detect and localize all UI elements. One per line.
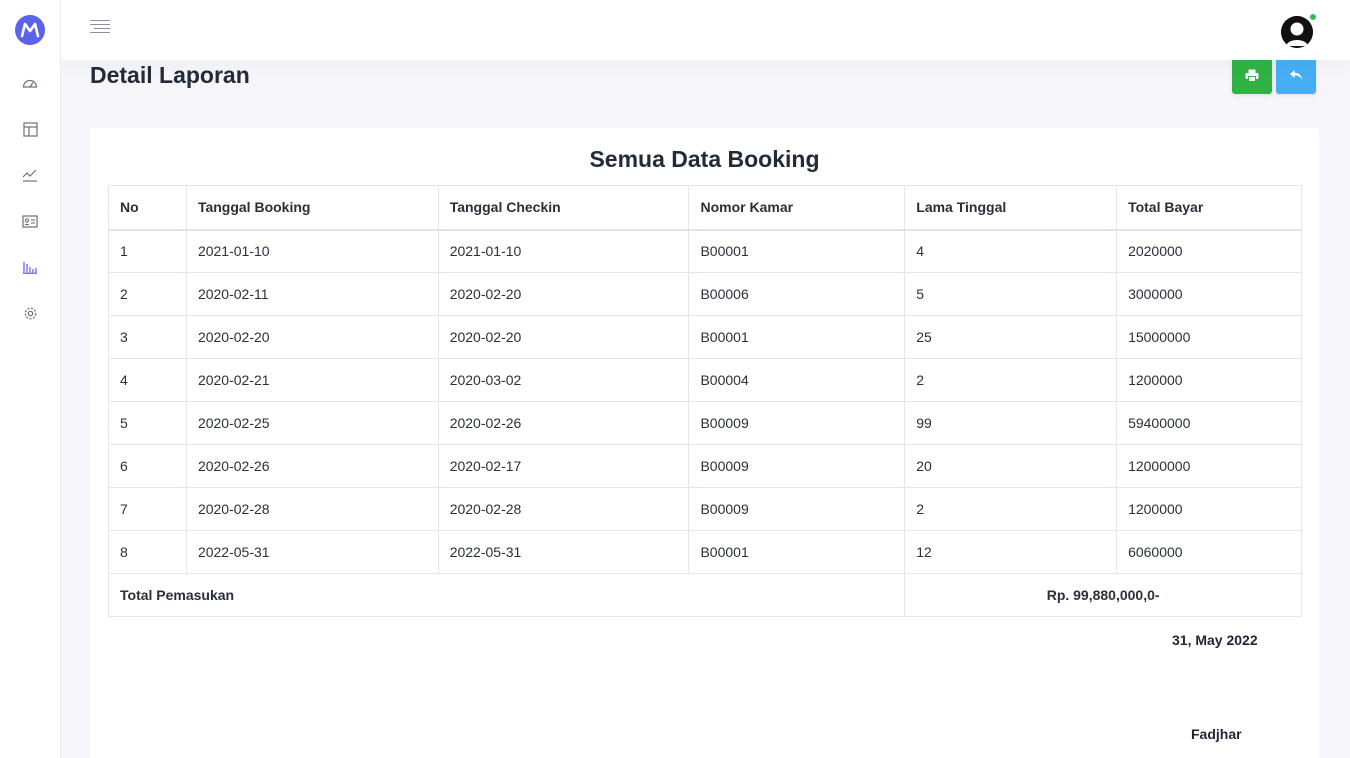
print-button[interactable] [1232,56,1272,94]
cell-tanggal-checkin: 2020-02-28 [437,487,690,531]
cell-nomor-kamar: B00009 [688,401,906,445]
online-status-indicator [1309,13,1317,21]
cell-nomor-kamar: B00006 [688,272,906,316]
user-silhouette-icon [1281,16,1313,48]
column-header-total-bayar: Total Bayar [1116,185,1302,231]
column-header-nomor-kamar: Nomor Kamar [688,185,906,231]
table-row: 2 2020-02-11 2020-02-20 B00006 5 3000000 [108,272,1302,316]
total-row: Total Pemasukan Rp. 99,880,000,0- [107,573,1302,617]
cell-no: 6 [108,444,187,488]
cell-tanggal-checkin: 2020-02-17 [437,444,690,488]
column-header-tanggal-checkin: Tanggal Checkin [437,185,690,231]
cell-tanggal-checkin: 2020-02-20 [437,272,690,316]
table-row: 5 2020-02-25 2020-02-26 B00009 99 594000… [108,401,1302,445]
cell-no: 5 [108,401,187,445]
cell-lama-tinggal: 4 [904,229,1118,273]
cell-tanggal-checkin: 2020-03-02 [437,358,690,402]
cell-tanggal-checkin: 2021-01-10 [437,229,690,273]
signer-name: Fadjhar [1191,726,1242,742]
cell-total-bayar: 3000000 [1116,272,1302,316]
table-row: 3 2020-02-20 2020-02-20 B00001 25 150000… [108,315,1302,359]
report-card: Semua Data Booking No Tanggal Booking Ta… [90,128,1319,758]
menu-toggle-icon[interactable] [90,20,110,38]
table-row: 1 2021-01-10 2021-01-10 B00001 4 2020000 [108,229,1302,273]
cell-total-bayar: 59400000 [1116,401,1302,445]
trend-chart-icon[interactable] [21,166,39,184]
cell-nomor-kamar: B00001 [688,229,906,273]
logo-icon [20,22,40,38]
cell-tanggal-booking: 2020-02-25 [185,401,439,445]
cell-lama-tinggal: 5 [904,272,1118,316]
reply-arrow-icon [1290,70,1302,80]
cell-no: 3 [108,315,187,359]
sidebar [0,0,61,758]
cell-no: 4 [108,358,187,402]
cell-total-bayar: 6060000 [1116,530,1302,574]
id-card-icon[interactable] [21,212,39,230]
cell-tanggal-booking: 2020-02-28 [185,487,439,531]
cell-total-bayar: 1200000 [1116,358,1302,402]
cell-lama-tinggal: 99 [904,401,1118,445]
cell-no: 7 [108,487,187,531]
total-income-value: Rp. 99,880,000,0- [904,573,1302,617]
cell-nomor-kamar: B00004 [688,358,906,402]
dashboard-icon[interactable] [21,74,39,92]
settings-gear-icon[interactable] [21,304,39,322]
table-row: 6 2020-02-26 2020-02-17 B00009 20 120000… [108,444,1302,488]
cell-lama-tinggal: 20 [904,444,1118,488]
cell-total-bayar: 1200000 [1116,487,1302,531]
cell-tanggal-booking: 2022-05-31 [185,530,439,574]
cell-tanggal-booking: 2020-02-26 [185,444,439,488]
cell-tanggal-booking: 2020-02-20 [185,315,439,359]
report-date: 31, May 2022 [1172,632,1258,648]
cell-no: 8 [108,530,187,574]
cell-nomor-kamar: B00001 [688,530,906,574]
cell-tanggal-checkin: 2020-02-26 [437,401,690,445]
booking-table: No Tanggal Booking Tanggal Checkin Nomor… [107,185,1302,617]
cell-nomor-kamar: B00009 [688,444,906,488]
table-row: 8 2022-05-31 2022-05-31 B00001 12 606000… [108,530,1302,574]
cell-total-bayar: 2020000 [1116,229,1302,273]
cell-tanggal-booking: 2021-01-10 [185,229,439,273]
cell-tanggal-checkin: 2020-02-20 [437,315,690,359]
table-row: 7 2020-02-28 2020-02-28 B00009 2 1200000 [108,487,1302,531]
table-row: 4 2020-02-21 2020-03-02 B00004 2 1200000 [108,358,1302,402]
cell-lama-tinggal: 2 [904,487,1118,531]
user-avatar[interactable] [1281,16,1313,48]
layout-icon[interactable] [21,120,39,138]
bar-chart-icon[interactable] [21,258,39,276]
cell-total-bayar: 15000000 [1116,315,1302,359]
back-button[interactable] [1276,56,1316,94]
page-title: Detail Laporan [90,62,250,88]
top-header [61,0,1350,60]
cell-lama-tinggal: 25 [904,315,1118,359]
cell-nomor-kamar: B00001 [688,315,906,359]
cell-no: 2 [108,272,187,316]
cell-total-bayar: 12000000 [1116,444,1302,488]
table-header-row: No Tanggal Booking Tanggal Checkin Nomor… [108,185,1302,231]
cell-tanggal-booking: 2020-02-11 [185,272,439,316]
cell-tanggal-checkin: 2022-05-31 [437,530,690,574]
cell-no: 1 [108,229,187,273]
column-header-lama-tinggal: Lama Tinggal [904,185,1118,231]
cell-nomor-kamar: B00009 [688,487,906,531]
cell-lama-tinggal: 12 [904,530,1118,574]
app-logo[interactable] [15,15,45,45]
cell-lama-tinggal: 2 [904,358,1118,402]
column-header-tanggal-booking: Tanggal Booking [185,185,439,231]
total-income-label: Total Pemasukan [107,573,906,617]
printer-icon [1245,69,1259,82]
column-header-no: No [108,185,187,231]
cell-tanggal-booking: 2020-02-21 [185,358,439,402]
report-title: Semua Data Booking [589,146,820,172]
